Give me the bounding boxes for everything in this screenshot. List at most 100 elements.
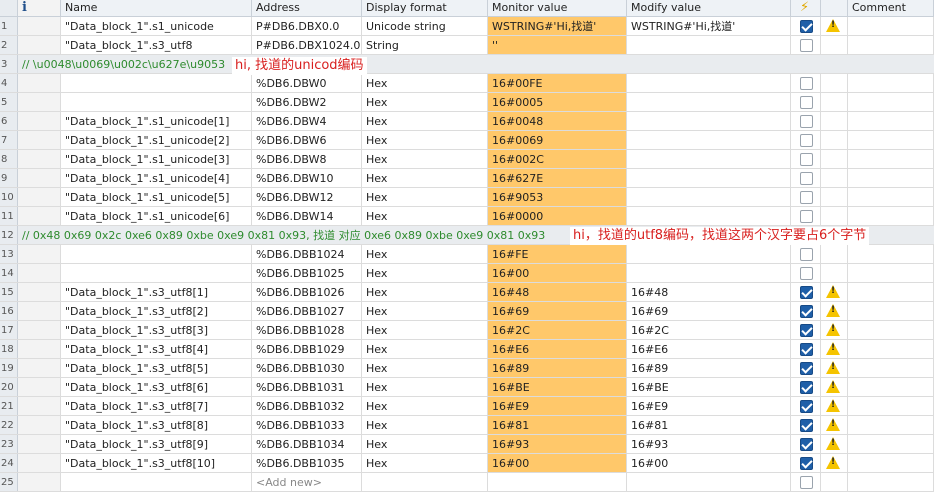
comment-cell[interactable] [848, 321, 934, 339]
name-cell[interactable]: "Data_block_1".s3_utf8[3] [61, 321, 252, 339]
comment-cell[interactable] [848, 340, 934, 358]
address-cell[interactable]: %DB6.DBB1032 [252, 397, 362, 415]
name-cell[interactable]: "Data_block_1".s1_unicode[2] [61, 131, 252, 149]
comment-cell[interactable] [848, 435, 934, 453]
modify-checkbox-cell[interactable] [791, 264, 821, 282]
name-cell[interactable]: "Data_block_1".s1_unicode[5] [61, 188, 252, 206]
display-format-cell[interactable]: Unicode string [362, 17, 488, 35]
checkbox-checked-icon[interactable] [800, 456, 813, 470]
display-format-cell[interactable]: Hex [362, 188, 488, 206]
checkbox-checked-icon[interactable] [800, 380, 813, 394]
modify-checkbox-cell[interactable] [791, 245, 821, 263]
display-format-cell[interactable]: Hex [362, 378, 488, 396]
address-cell[interactable]: %DB6.DBB1035 [252, 454, 362, 472]
table-row[interactable]: 13 %DB6.DBB1024 Hex 16#FE [0, 245, 934, 264]
header-modify-value[interactable]: Modify value [627, 0, 791, 16]
display-format-cell[interactable]: Hex [362, 302, 488, 320]
name-cell[interactable]: "Data_block_1".s3_utf8[10] [61, 454, 252, 472]
name-cell[interactable]: "Data_block_1".s1_unicode[3] [61, 150, 252, 168]
modify-value-cell[interactable] [627, 169, 791, 187]
name-cell[interactable]: "Data_block_1".s3_utf8[5] [61, 359, 252, 377]
address-cell[interactable]: %DB6.DBW0 [252, 74, 362, 92]
checkbox-checked-icon[interactable] [800, 437, 813, 451]
name-cell[interactable] [61, 74, 252, 92]
table-row[interactable]: 5 %DB6.DBW2 Hex 16#0005 [0, 93, 934, 112]
table-row[interactable]: 4 %DB6.DBW0 Hex 16#00FE [0, 74, 934, 93]
modify-checkbox-cell[interactable] [791, 112, 821, 130]
modify-checkbox-cell[interactable] [791, 74, 821, 92]
modify-checkbox-cell[interactable] [791, 283, 821, 301]
checkbox-checked-icon[interactable] [800, 418, 813, 432]
table-row[interactable]: 18 "Data_block_1".s3_utf8[4] %DB6.DBB1029 H… [0, 340, 934, 359]
display-format-cell[interactable]: Hex [362, 112, 488, 130]
modify-value-cell[interactable]: 16#48 [627, 283, 791, 301]
modify-checkbox-cell[interactable] [791, 473, 821, 491]
display-format-cell[interactable]: Hex [362, 169, 488, 187]
modify-value-cell[interactable] [627, 74, 791, 92]
table-row[interactable]: 10 "Data_block_1".s1_unicode[5] %DB6.DBW12… [0, 188, 934, 207]
display-format-cell[interactable]: Hex [362, 93, 488, 111]
address-cell[interactable]: P#DB6.DBX0.0 [252, 17, 362, 35]
header-monitor-value[interactable]: Monitor value [488, 0, 627, 16]
checkbox-unchecked-icon[interactable] [800, 190, 813, 204]
table-row[interactable]: 14 %DB6.DBB1025 Hex 16#00 [0, 264, 934, 283]
comment-cell[interactable] [848, 302, 934, 320]
add-new-cell[interactable]: <Add new> [252, 473, 362, 491]
display-format-cell[interactable]: Hex [362, 74, 488, 92]
address-cell[interactable]: %DB6.DBW2 [252, 93, 362, 111]
display-format-cell[interactable]: Hex [362, 207, 488, 225]
name-cell[interactable]: "Data_block_1".s3_utf8[1] [61, 283, 252, 301]
modify-value-cell[interactable] [627, 264, 791, 282]
modify-checkbox-cell[interactable] [791, 416, 821, 434]
comment-cell[interactable] [848, 359, 934, 377]
checkbox-checked-icon[interactable] [800, 285, 813, 299]
name-cell[interactable]: "Data_block_1".s3_utf8[7] [61, 397, 252, 415]
checkbox-unchecked-icon[interactable] [800, 133, 813, 147]
table-row[interactable]: 11 "Data_block_1".s1_unicode[6] %DB6.DBW14… [0, 207, 934, 226]
comment-cell[interactable] [848, 17, 934, 35]
comment-cell[interactable] [848, 112, 934, 130]
comment-cell[interactable] [848, 188, 934, 206]
table-row[interactable]: 9 "Data_block_1".s1_unicode[4] %DB6.DBW10 H… [0, 169, 934, 188]
modify-value-cell[interactable] [627, 131, 791, 149]
modify-value-cell[interactable] [627, 93, 791, 111]
modify-value-cell[interactable]: 16#2C [627, 321, 791, 339]
display-format-cell[interactable]: Hex [362, 359, 488, 377]
modify-checkbox-cell[interactable] [791, 93, 821, 111]
header-display-format[interactable]: Display format [362, 0, 488, 16]
comment-cell[interactable] [848, 169, 934, 187]
modify-checkbox-cell[interactable] [791, 435, 821, 453]
address-cell[interactable]: %DB6.DBB1027 [252, 302, 362, 320]
name-cell[interactable]: "Data_block_1".s3_utf8[2] [61, 302, 252, 320]
name-cell[interactable]: "Data_block_1".s3_utf8[6] [61, 378, 252, 396]
display-format-cell[interactable]: Hex [362, 435, 488, 453]
address-cell[interactable]: %DB6.DBW4 [252, 112, 362, 130]
header-address[interactable]: Address [252, 0, 362, 16]
table-row[interactable]: 19 "Data_block_1".s3_utf8[5] %DB6.DBB1030 H… [0, 359, 934, 378]
modify-value-cell[interactable] [627, 112, 791, 130]
modify-checkbox-cell[interactable] [791, 169, 821, 187]
modify-checkbox-cell[interactable] [791, 131, 821, 149]
comment-cell[interactable] [848, 131, 934, 149]
table-row[interactable]: 24 "Data_block_1".s3_utf8[10] %DB6.DBB1035… [0, 454, 934, 473]
modify-value-cell[interactable]: 16#93 [627, 435, 791, 453]
display-format-cell[interactable]: Hex [362, 454, 488, 472]
name-cell[interactable]: "Data_block_1".s3_utf8[4] [61, 340, 252, 358]
comment-cell[interactable] [848, 283, 934, 301]
address-cell[interactable]: %DB6.DBW10 [252, 169, 362, 187]
modify-value-cell[interactable]: 16#89 [627, 359, 791, 377]
address-cell[interactable]: %DB6.DBB1033 [252, 416, 362, 434]
checkbox-checked-icon[interactable] [800, 399, 813, 413]
modify-value-cell[interactable] [627, 150, 791, 168]
name-cell[interactable] [61, 264, 252, 282]
checkbox-unchecked-icon[interactable] [800, 95, 813, 109]
modify-value-cell[interactable]: 16#E9 [627, 397, 791, 415]
address-cell[interactable]: %DB6.DBB1025 [252, 264, 362, 282]
name-cell[interactable] [61, 245, 252, 263]
comment-row[interactable]: 3// \u0048\u0069\u002c\u627e\u9053 [0, 55, 934, 74]
checkbox-checked-icon[interactable] [800, 323, 813, 337]
modify-value-cell[interactable] [627, 245, 791, 263]
modify-checkbox-cell[interactable] [791, 302, 821, 320]
checkbox-unchecked-icon[interactable] [800, 475, 813, 489]
checkbox-unchecked-icon[interactable] [800, 171, 813, 185]
